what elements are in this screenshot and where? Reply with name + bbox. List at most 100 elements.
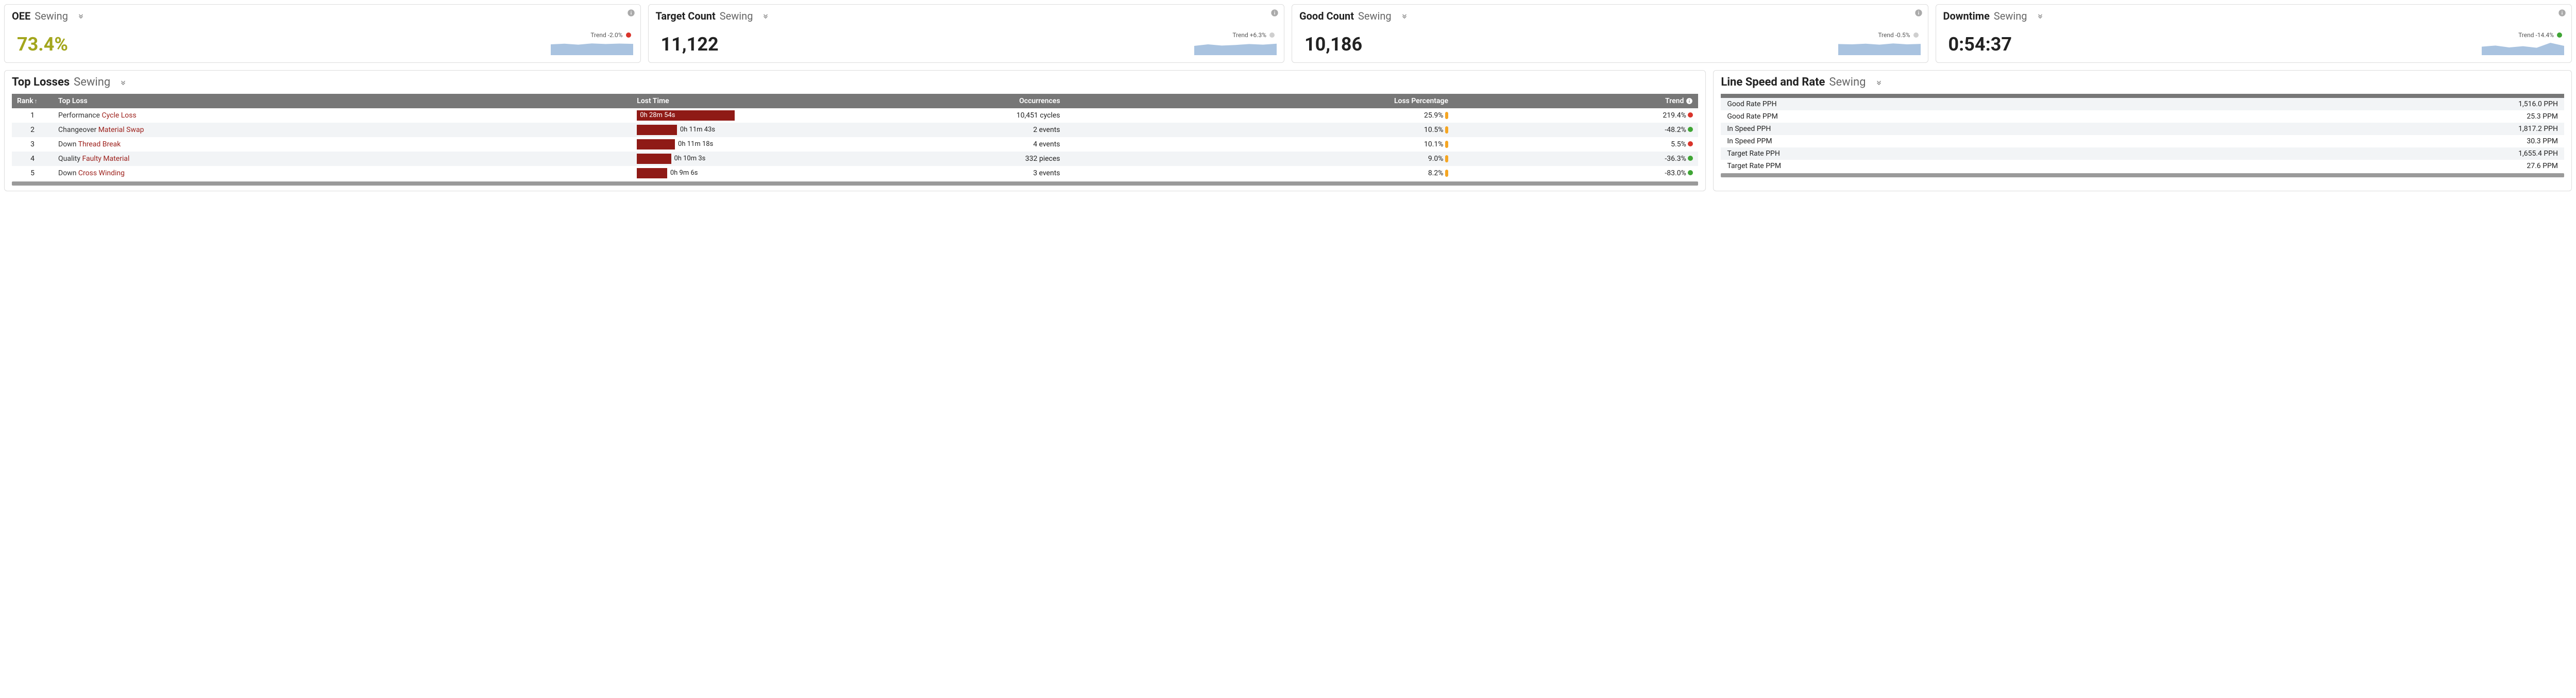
table-row[interactable]: 1 Performance Cycle Loss 0h 28m 54s 10,4… [12,108,1698,123]
chevron-down-icon[interactable] [77,12,84,20]
status-pill-icon [1445,170,1448,177]
kpi-card: Good Count Sewing 10,186 Trend -0.5% [1292,4,1928,63]
cell-trend: 219.4% [1453,108,1698,123]
cell-occurrences: 2 events [740,123,1065,137]
cell-trend: 5.5% [1453,137,1698,152]
table-row[interactable]: 2 Changeover Material Swap 0h 11m 43s 2 … [12,123,1698,137]
top-losses-table: Rank↑ Top Loss Lost Time Occurrences Los… [12,94,1698,180]
col-occurrences[interactable]: Occurrences [740,94,1065,108]
sparkline-chart [1194,40,1277,57]
info-icon[interactable] [1914,9,1923,17]
kpi-title: Good Count [1299,10,1354,22]
top-losses-title: Top Losses [12,76,70,89]
table-row: Good Rate PPH 1,516.0 PPH [1721,98,2564,110]
status-pill-icon [1445,126,1448,134]
col-loss-pct[interactable]: Loss Percentage [1065,94,1453,108]
trend-dot-icon [1269,32,1275,38]
cell-rank: 3 [12,137,53,152]
kpi-value: 73.4% [12,34,68,57]
rates-table: Good Rate PPH 1,516.0 PPH Good Rate PPM … [1721,98,2564,172]
trend-dot-icon [1688,170,1693,175]
rate-value: 30.3 PPM [2194,135,2564,147]
cell-lost-time: 0h 9m 6s [632,166,740,180]
cell-rank: 2 [12,123,53,137]
rate-label: In Speed PPH [1721,123,2194,135]
table-row: Good Rate PPM 25.3 PPM [1721,110,2564,123]
chevron-down-icon[interactable] [2037,12,2044,20]
info-icon[interactable] [1686,97,1693,105]
trend-dot-icon [1688,156,1693,161]
table-row[interactable]: 5 Down Cross Winding 0h 9m 6s 3 events 8… [12,166,1698,180]
cell-loss-pct: 10.1% [1065,137,1453,152]
sparkline-chart [2482,40,2564,57]
chevron-down-icon[interactable] [1875,79,1883,86]
rates-table-header [1721,94,2564,98]
trend-dot-icon [626,32,631,38]
trend-dot-icon [1688,141,1693,146]
cell-occurrences: 10,451 cycles [740,108,1065,123]
rate-label: Target Rate PPM [1721,160,2194,172]
rate-value: 25.3 PPM [2194,110,2564,123]
status-pill-icon [1445,112,1448,119]
kpi-trend-label: Trend -14.4% [2518,31,2554,39]
kpi-scope: Sewing [35,10,68,22]
top-losses-scope: Sewing [74,76,110,89]
cell-occurrences: 3 events [740,166,1065,180]
info-icon[interactable] [2558,9,2566,17]
rate-label: Target Rate PPH [1721,147,2194,160]
chevron-down-icon[interactable] [120,79,127,86]
trend-dot-icon [1688,127,1693,132]
rate-label: Good Rate PPM [1721,110,2194,123]
cell-trend: -83.0% [1453,166,1698,180]
col-lost-time[interactable]: Lost Time [632,94,740,108]
cell-top-loss: Down Thread Break [53,137,632,152]
status-pill-icon [1445,155,1448,162]
kpi-value: 11,122 [656,34,719,57]
col-top-loss[interactable]: Top Loss [53,94,632,108]
kpi-title: Target Count [656,10,716,22]
table-row[interactable]: 3 Down Thread Break 0h 11m 18s 4 events … [12,137,1698,152]
kpi-trend-label: Trend -2.0% [590,31,622,39]
info-icon[interactable] [1270,9,1279,17]
cell-loss-pct: 9.0% [1065,152,1453,166]
line-speed-rate-panel: Line Speed and Rate Sewing Good Rate PPH… [1713,70,2572,191]
kpi-scope: Sewing [1358,10,1392,22]
kpi-card: Target Count Sewing 11,122 Trend +6.3% [648,4,1285,63]
table-row[interactable]: 4 Quality Faulty Material 0h 10m 3s 332 … [12,152,1698,166]
kpi-card: OEE Sewing 73.4% Trend -2.0% [4,4,641,63]
chevron-down-icon[interactable] [762,12,769,20]
rates-scope: Sewing [1829,76,1866,89]
rates-title: Line Speed and Rate [1721,76,1825,89]
rate-value: 1,516.0 PPH [2194,98,2564,110]
cell-occurrences: 4 events [740,137,1065,152]
rate-value: 1,817.2 PPH [2194,123,2564,135]
rate-label: In Speed PPM [1721,135,2194,147]
col-rank[interactable]: Rank↑ [12,94,53,108]
cell-loss-pct: 10.5% [1065,123,1453,137]
kpi-card: Downtime Sewing 0:54:37 Trend -14.4% [1936,4,2572,63]
horizontal-scrollbar[interactable] [1721,173,2564,177]
cell-top-loss: Quality Faulty Material [53,152,632,166]
sparkline-chart [551,40,633,57]
info-icon[interactable] [627,9,635,17]
sort-asc-icon: ↑ [35,97,38,105]
cell-lost-time: 0h 11m 18s [632,137,740,152]
cell-rank: 1 [12,108,53,123]
cell-occurrences: 332 pieces [740,152,1065,166]
cell-rank: 5 [12,166,53,180]
col-trend[interactable]: Trend [1453,94,1698,108]
cell-top-loss: Performance Cycle Loss [53,108,632,123]
cell-top-loss: Changeover Material Swap [53,123,632,137]
kpi-value: 0:54:37 [1943,34,2012,57]
table-row: In Speed PPM 30.3 PPM [1721,135,2564,147]
table-row: Target Rate PPH 1,655.4 PPH [1721,147,2564,160]
chevron-down-icon[interactable] [1401,12,1408,20]
rate-label: Good Rate PPH [1721,98,2194,110]
table-row: Target Rate PPM 27.6 PPM [1721,160,2564,172]
cell-loss-pct: 25.9% [1065,108,1453,123]
table-row: In Speed PPH 1,817.2 PPH [1721,123,2564,135]
horizontal-scrollbar[interactable] [12,181,1698,186]
trend-dot-icon [2557,32,2562,38]
cell-top-loss: Down Cross Winding [53,166,632,180]
cell-loss-pct: 8.2% [1065,166,1453,180]
